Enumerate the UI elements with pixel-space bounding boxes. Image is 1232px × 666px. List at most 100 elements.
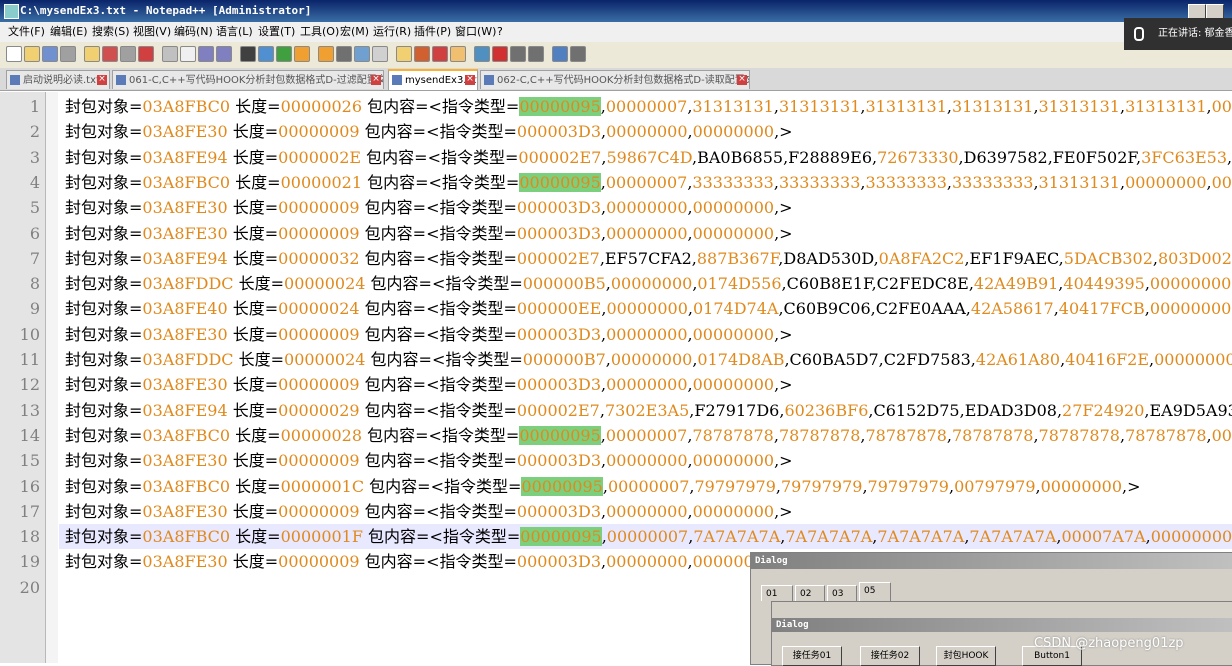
code-line[interactable]: 封包对象=03A8FBC0 长度=0000001C 包内容=<指令类型=0000… (59, 474, 1141, 499)
toolbar-button-icon[interactable] (396, 46, 412, 62)
text-token: 长度= (227, 147, 279, 167)
code-line[interactable]: 封包对象=03A8FBC0 长度=00000021 包内容=<指令类型=0000… (59, 170, 1232, 195)
code-line[interactable]: 封包对象=03A8FBC0 长度=00000028 包内容=<指令类型=0000… (59, 423, 1232, 448)
toolbar-button-icon[interactable] (6, 46, 22, 62)
text-token: ,C6FD50BC, (1227, 147, 1232, 167)
toolbar-button-icon[interactable] (414, 46, 430, 62)
hex-token: 00000031 (1211, 97, 1232, 116)
dialog-tab[interactable]: 03 (827, 585, 857, 601)
toolbar-button-icon[interactable] (492, 46, 508, 62)
title-bar: C:\mysendEx3.txt - Notepad++ [Administra… (0, 0, 1232, 22)
code-line[interactable]: 封包对象=03A8FBC0 长度=0000001F 包内容=<指令类型=0000… (59, 524, 1232, 550)
menu-item[interactable]: 宏(M) (340, 22, 369, 42)
toolbar-button-icon[interactable] (450, 46, 466, 62)
menu-item[interactable]: 工具(O) (300, 22, 339, 42)
code-line[interactable]: 封包对象=03A8FE30 长度=00000009 包内容=<指令类型=0000… (59, 119, 793, 144)
menu-item[interactable]: 编码(N) (174, 22, 213, 42)
hex-token: 00000000 (692, 223, 775, 243)
code-line[interactable]: 封包对象=03A8FE40 长度=00000024 包内容=<指令类型=0000… (59, 296, 1232, 321)
code-line[interactable]: 封包对象=03A8FE30 长度=00000009 包内容=<指令类型=0000… (59, 322, 793, 347)
menu-item[interactable]: 视图(V) (133, 22, 171, 42)
dialog-button[interactable]: 封包HOOK (936, 646, 996, 666)
line-number: 15 (19, 451, 40, 471)
menu-item[interactable]: 编辑(E) (50, 22, 88, 42)
toolbar-button-icon[interactable] (294, 46, 310, 62)
file-tab[interactable]: 062-C,C++写代码HOOK分析封包数据格式D-读取配置文件.txt× (480, 70, 750, 89)
dialog-tab[interactable]: 01 (761, 585, 793, 601)
hex-token: 0000001F (280, 527, 363, 547)
dialog-tab[interactable]: 05 (859, 582, 891, 601)
text-token: 封包对象= (65, 299, 143, 319)
menu-item[interactable]: 设置(T) (258, 22, 295, 42)
code-line[interactable]: 封包对象=03A8FE30 长度=00000009 包内容=<指令类型=0000… (59, 195, 793, 220)
code-line[interactable]: 封包对象=03A8FDDC 长度=00000024 包内容=<指令类型=0000… (59, 347, 1232, 372)
text-token: 包内容=<指令类型= (359, 552, 517, 572)
menu-item[interactable]: 运行(R) (373, 22, 411, 42)
menu-item[interactable]: ? (497, 22, 503, 42)
code-line[interactable] (59, 575, 65, 600)
code-line[interactable]: 封包对象=03A8FE94 长度=0000002E 包内容=<指令类型=0000… (59, 145, 1232, 170)
toolbar-button-icon[interactable] (552, 46, 568, 62)
toolbar-button-icon[interactable] (354, 46, 370, 62)
code-line[interactable]: 封包对象=03A8FE30 长度=00000009 包内容=<指令类型=0000… (59, 221, 793, 246)
toolbar-button-icon[interactable] (528, 46, 544, 62)
text-token: ,D8AD530D, (778, 248, 879, 268)
toolbar-button-icon[interactable] (432, 46, 448, 62)
toolbar-button-icon[interactable] (510, 46, 526, 62)
toolbar-button-icon[interactable] (372, 46, 388, 62)
dialog-tab[interactable]: 02 (795, 585, 825, 601)
toolbar-button-icon[interactable] (60, 46, 76, 62)
toolbar-button-icon[interactable] (216, 46, 232, 62)
code-line[interactable]: 封包对象=03A8FE30 长度=00000009 包内容=<指令类型=0000… (59, 499, 793, 524)
toolbar-button-icon[interactable] (42, 46, 58, 62)
text-token: 长度= (227, 501, 279, 521)
dialog-button[interactable]: 接任务02 (860, 646, 920, 666)
hex-token: 03A8FBC0 (142, 425, 231, 445)
toolbar-button-icon[interactable] (198, 46, 214, 62)
code-line[interactable]: 封包对象=03A8FE30 长度=00000009 包内容=<指令类型=0000… (59, 372, 793, 397)
text-token: 封包对象= (65, 425, 143, 445)
toolbar-button-icon[interactable] (258, 46, 274, 62)
menu-item[interactable]: 窗口(W) (455, 22, 496, 42)
toolbar-button-icon[interactable] (162, 46, 178, 62)
close-tab-icon[interactable]: × (737, 75, 747, 85)
close-tab-icon[interactable]: × (97, 75, 107, 85)
toolbar-button-icon[interactable] (276, 46, 292, 62)
hex-token: 00787878 (1211, 425, 1232, 445)
code-line[interactable]: 封包对象=03A8FE30 长度=00000009 包内容=<指令类型=0000… (59, 549, 793, 574)
toolbar-button-icon[interactable] (138, 46, 154, 62)
toolbar-button-icon[interactable] (240, 46, 256, 62)
text-token: 包内容=<指令类型= (359, 198, 517, 218)
toolbar-button-icon[interactable] (120, 46, 136, 62)
menu-item[interactable]: 语言(L) (216, 22, 253, 42)
toolbar-button-icon[interactable] (336, 46, 352, 62)
menu-item[interactable]: 插件(P) (414, 22, 451, 42)
toolbar-button-icon[interactable] (24, 46, 40, 62)
menu-item[interactable]: 搜索(S) (92, 22, 130, 42)
toolbar-button-icon[interactable] (102, 46, 118, 62)
text-token: 长度= (227, 400, 279, 420)
close-tab-icon[interactable]: × (371, 75, 381, 85)
code-line[interactable]: 封包对象=03A8FE94 长度=00000029 包内容=<指令类型=0000… (59, 398, 1232, 423)
toolbar-button-icon[interactable] (318, 46, 334, 62)
toolbar-button-icon[interactable] (180, 46, 196, 62)
code-line[interactable]: 封包对象=03A8FE94 长度=00000032 包内容=<指令类型=0000… (59, 246, 1232, 271)
tab-bar: 启动说明必读.txt × 061-C,C++写代码HOOK分析封包数据格式D-过滤配… (0, 68, 1232, 91)
code-line[interactable]: 封包对象=03A8FBC0 长度=00000026 包内容=<指令类型=0000… (59, 94, 1232, 119)
text-token: 封包对象= (65, 451, 143, 471)
code-line[interactable]: 封包对象=03A8FE30 长度=00000009 包内容=<指令类型=0000… (59, 448, 793, 473)
menu-item[interactable]: 文件(F) (8, 22, 45, 42)
file-tab[interactable]: 启动说明必读.txt × (6, 70, 110, 89)
toolbar-button-icon[interactable] (474, 46, 490, 62)
highlighted-token: 00000095 (520, 527, 602, 547)
file-tab[interactable]: 061-C,C++写代码HOOK分析封包数据格式D-过滤配置文件.txt× (112, 70, 384, 89)
file-tab[interactable]: mysendEx3.txt × (388, 69, 478, 90)
toolbar-button-icon[interactable] (84, 46, 100, 62)
hex-token: 03A8FE94 (142, 248, 228, 268)
code-line[interactable]: 封包对象=03A8FDDC 长度=00000024 包内容=<指令类型=0000… (59, 271, 1232, 296)
file-icon (116, 75, 126, 85)
close-tab-icon[interactable]: × (465, 75, 475, 85)
text-token: 包内容=<指令类型= (359, 324, 517, 344)
dialog-button[interactable]: 接任务01 (782, 646, 842, 666)
toolbar-button-icon[interactable] (570, 46, 586, 62)
